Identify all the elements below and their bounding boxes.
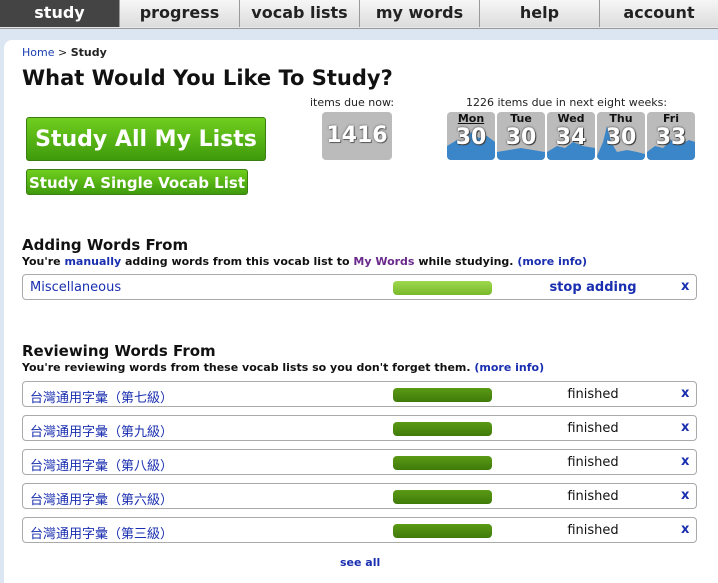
study-single-list-button[interactable]: Study A Single Vocab List	[26, 169, 248, 195]
tab-my-words[interactable]: my words	[360, 0, 480, 27]
forecast-day-value: 34	[555, 125, 587, 150]
see-all-link[interactable]: see all	[340, 556, 380, 569]
items-due-count: 1416	[322, 112, 392, 160]
remove-list-button[interactable]: x	[681, 522, 689, 537]
list-progress-bar	[393, 524, 492, 538]
list-name[interactable]: 台灣通用字彙（第七級）	[30, 387, 173, 406]
forecast-label: 1226 items due in next eight weeks:	[466, 96, 668, 109]
list-status: finished	[567, 523, 619, 538]
forecast-day-name: Fri	[662, 112, 679, 125]
breadcrumb-current: Study	[70, 46, 107, 59]
list-status: finished	[567, 387, 619, 402]
forecast-day-tue: Tue 30	[497, 112, 545, 160]
remove-list-button[interactable]: x	[681, 488, 689, 503]
remove-list-button[interactable]: x	[681, 420, 689, 435]
list-progress-bar	[393, 456, 492, 470]
list-status: finished	[567, 421, 619, 436]
study-all-button[interactable]: Study All My Lists	[26, 117, 266, 161]
remove-list-button[interactable]: x	[681, 386, 689, 401]
forecast-day-name: Wed	[557, 112, 585, 125]
manually-link[interactable]: manually	[64, 255, 121, 268]
list-progress-bar	[393, 422, 492, 436]
review-list-row: 台灣通用字彙（第八級） finished x	[22, 449, 697, 475]
forecast-day-mon: Mon 30	[447, 112, 495, 160]
reviewing-heading: Reviewing Words From	[22, 342, 216, 360]
forecast-day-thu: Thu 30	[597, 112, 645, 160]
forecast-day-value: 30	[605, 125, 637, 150]
list-progress-bar	[393, 281, 492, 295]
review-list-row: 台灣通用字彙（第三級） finished x	[22, 517, 697, 543]
adding-desc-pre: You're	[22, 255, 61, 268]
main-nav: study progress vocab lists my words help…	[0, 0, 718, 29]
adding-desc-mid: adding words from this vocab list to	[124, 255, 350, 268]
forecast-day-wed: Wed 34	[547, 112, 595, 160]
my-words-link[interactable]: My Words	[353, 255, 414, 268]
stop-adding-button[interactable]: stop adding	[543, 280, 643, 295]
list-name[interactable]: 台灣通用字彙（第八級）	[30, 455, 173, 474]
adding-heading: Adding Words From	[22, 236, 189, 254]
review-list-row: 台灣通用字彙（第六級） finished x	[22, 483, 697, 509]
list-name[interactable]: 台灣通用字彙（第九級）	[30, 421, 173, 440]
review-list-row: 台灣通用字彙（第七級） finished x	[22, 381, 697, 407]
adding-desc-post: while studying.	[418, 255, 514, 268]
tab-study[interactable]: study	[0, 0, 120, 27]
list-status: finished	[567, 455, 619, 470]
list-progress-bar	[393, 388, 492, 402]
list-name[interactable]: Miscellaneous	[30, 280, 121, 295]
forecast-day-value: 33	[655, 125, 687, 150]
breadcrumb-home-link[interactable]: Home	[22, 46, 54, 59]
list-status: finished	[567, 489, 619, 504]
adding-more-info-link[interactable]: (more info)	[517, 255, 587, 268]
reviewing-desc-text: You're reviewing words from these vocab …	[22, 361, 471, 374]
remove-list-button[interactable]: x	[681, 279, 689, 294]
breadcrumb: Home > Study	[22, 46, 107, 59]
list-name[interactable]: 台灣通用字彙（第六級）	[30, 489, 173, 508]
forecast-day-name: Tue	[510, 112, 532, 125]
list-progress-bar	[393, 490, 492, 504]
tab-progress[interactable]: progress	[120, 0, 240, 27]
page-title: What Would You Like To Study?	[22, 66, 393, 90]
forecast-day-name: Thu	[609, 112, 633, 125]
reviewing-more-info-link[interactable]: (more info)	[474, 361, 544, 374]
review-list-row: 台灣通用字彙（第九級） finished x	[22, 415, 697, 441]
study-panel: Home > Study What Would You Like To Stud…	[4, 40, 718, 583]
breadcrumb-separator: >	[57, 46, 68, 59]
forecast-day-name: Mon	[457, 112, 485, 125]
remove-list-button[interactable]: x	[681, 454, 689, 469]
adding-description: You're manually adding words from this v…	[22, 255, 587, 268]
forecast-day-value: 30	[505, 125, 537, 150]
forecast-day-fri: Fri 33	[647, 112, 695, 160]
forecast-day-value: 30	[455, 125, 487, 150]
tab-vocab-lists[interactable]: vocab lists	[240, 0, 360, 27]
adding-list-row: Miscellaneous stop adding x	[22, 274, 697, 300]
tab-help[interactable]: help	[480, 0, 600, 27]
list-name[interactable]: 台灣通用字彙（第三級）	[30, 523, 173, 542]
reviewing-description: You're reviewing words from these vocab …	[22, 361, 544, 374]
tab-account[interactable]: account	[600, 0, 718, 27]
items-due-label: items due now:	[310, 96, 395, 109]
